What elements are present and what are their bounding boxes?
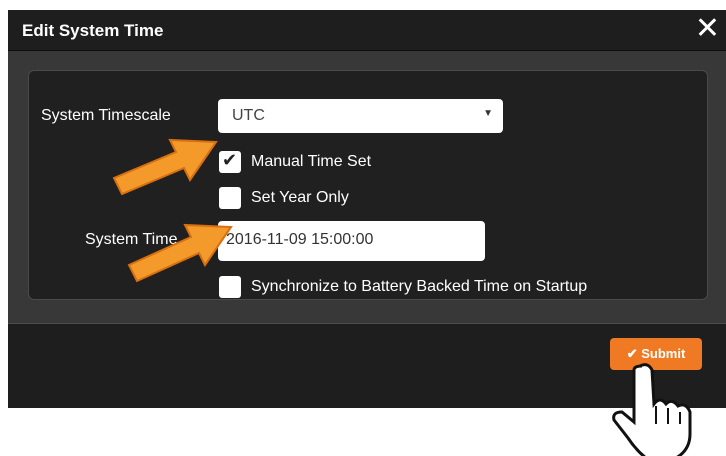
checkmark-icon: ✔ [222,150,238,171]
sync-label: Synchronize to Battery Backed Time on St… [251,278,588,295]
year-only-label: Set Year Only [251,189,349,206]
dropdown-arrow-icon: ▼ [483,108,493,119]
system-time-input[interactable]: 2016-11-09 15:00:00 [218,221,485,261]
manual-time-checkbox[interactable]: ✔ [219,150,241,173]
timescale-value: UTC [232,107,265,124]
timescale-select[interactable]: UTC ▼ [218,99,503,133]
annotation-arrow-icon [127,223,233,283]
timescale-label: System Timescale [41,107,171,124]
system-time-value: 2016-11-09 15:00:00 [226,231,374,248]
check-icon: ✔ [626,346,642,361]
annotation-arrow-icon [112,138,218,196]
close-icon[interactable]: ✕ [695,13,720,45]
submit-label: Submit [641,346,686,361]
dialog-titlebar: Edit System Time ✕ [8,10,726,51]
dialog-title: Edit System Time [22,21,164,40]
year-only-checkbox[interactable] [219,187,241,209]
manual-time-label: Manual Time Set [251,153,372,170]
hand-pointer-icon [612,363,692,456]
